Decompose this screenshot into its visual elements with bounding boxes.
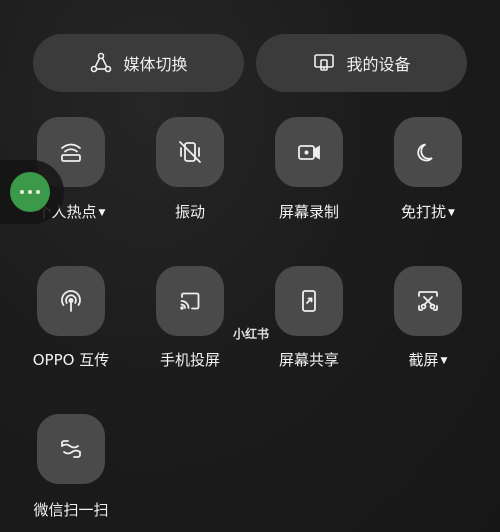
screen-cast-label: 手机投屏 — [159, 351, 220, 369]
floating-assistant-button[interactable] — [0, 160, 64, 224]
wechat-scan-label: 微信扫一扫 — [33, 501, 109, 519]
wechat-scan-icon — [61, 440, 81, 458]
media-switch-label: 媒体切换 — [123, 55, 188, 74]
my-devices-label: 我的设备 — [346, 55, 411, 74]
screenshot-tile[interactable] — [394, 266, 462, 336]
oppo-share-label: OPPO 互传 — [32, 351, 110, 369]
screenshot-expand-icon: ▼ — [440, 356, 448, 366]
screen-share-icon — [302, 290, 316, 312]
dnd-label[interactable]: 免打扰 ▼ — [368, 201, 488, 222]
screen-record-icon — [298, 145, 320, 160]
media-switch-icon — [91, 52, 112, 73]
wechat-scan-tile[interactable] — [37, 414, 105, 484]
oppo-share-icon — [61, 290, 81, 312]
screen-cast-tile[interactable] — [156, 266, 224, 336]
screenshot-label[interactable]: 截屏 ▼ — [368, 349, 488, 370]
vibrate-tile[interactable] — [156, 117, 224, 187]
hotspot-expand-icon: ▼ — [98, 208, 106, 218]
dnd-tile[interactable] — [394, 117, 462, 187]
dnd-expand-icon: ▼ — [448, 208, 455, 218]
screenshot-icon — [418, 291, 438, 311]
screen-record-label: 屏幕录制 — [278, 203, 339, 221]
media-switch-button[interactable]: 媒体切换 — [33, 34, 244, 92]
screen-share-label: 屏幕共享 — [278, 351, 339, 369]
my-devices-button[interactable]: 我的设备 — [256, 34, 467, 92]
watermark-text: 小红书 — [233, 327, 270, 341]
hotspot-icon — [61, 143, 81, 162]
my-devices-icon — [314, 54, 335, 71]
screen-share-tile[interactable] — [275, 266, 343, 336]
cast-icon — [180, 292, 200, 310]
screen-record-tile[interactable] — [275, 117, 343, 187]
vibrate-label: 振动 — [174, 203, 205, 221]
more-dots-icon — [10, 172, 50, 212]
moon-icon — [417, 143, 433, 162]
vibrate-off-icon — [179, 141, 201, 163]
oppo-share-tile[interactable] — [37, 266, 105, 336]
